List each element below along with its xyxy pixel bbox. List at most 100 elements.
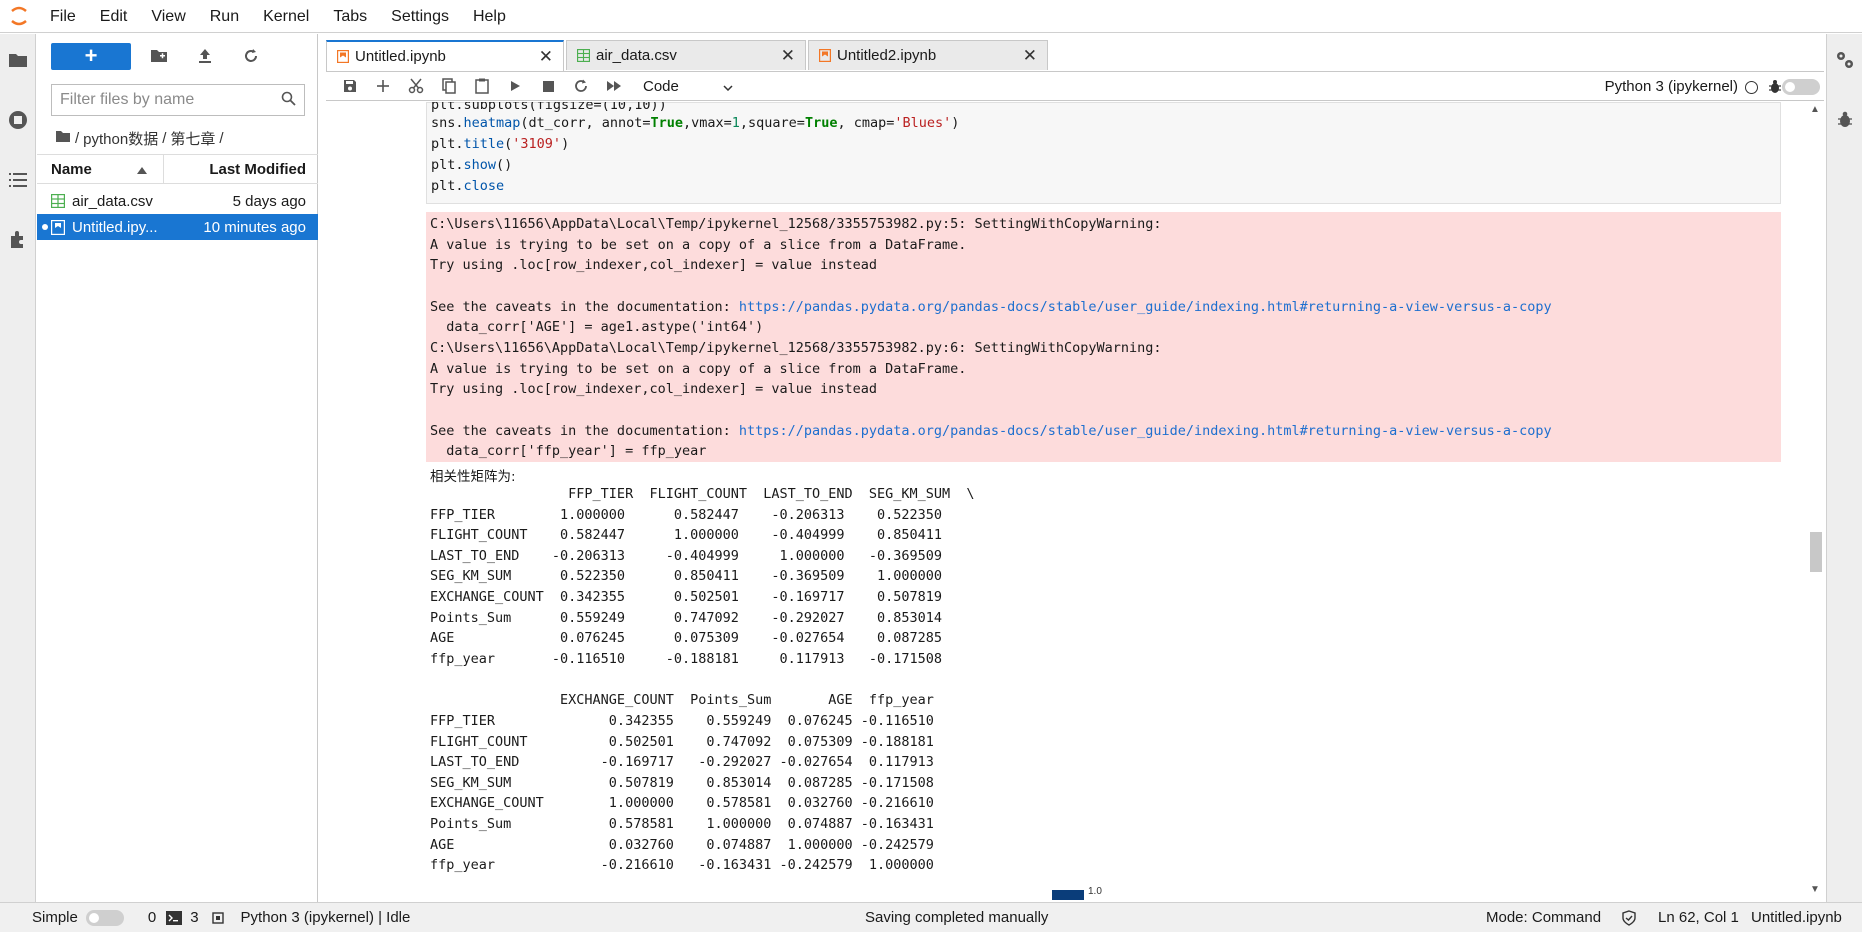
warning-line: data_corr['AGE'] = age1.astype('int64')	[430, 319, 764, 335]
terminal-icon[interactable]	[166, 910, 183, 925]
code-cell[interactable]: plt.subplots(figsize=(10,10)) sns.heatma…	[426, 102, 1781, 204]
menu-help[interactable]: Help	[461, 0, 518, 33]
column-name-header[interactable]: Name	[37, 155, 164, 183]
column-modified-header[interactable]: Last Modified	[164, 161, 318, 178]
notebook-icon	[337, 50, 349, 63]
cell-type-dropdown[interactable]: Code	[643, 78, 733, 95]
cell-type-value: Code	[643, 77, 679, 95]
menu-tabs[interactable]: Tabs	[321, 0, 379, 33]
kernel-count: 0	[147, 909, 157, 926]
warning-line: A value is trying to be set on a copy of…	[430, 237, 967, 253]
warning-line: A value is trying to be set on a copy of…	[430, 361, 967, 377]
docs-link[interactable]: https://pandas.pydata.org/pandas-docs/st…	[739, 423, 1552, 439]
matrix-row: ffp_year -0.116510 -0.188181 0.117913 -0…	[430, 651, 943, 667]
cpu-gear-icon	[211, 911, 225, 925]
upload-icon[interactable]	[191, 42, 219, 70]
file-filter-field[interactable]	[51, 84, 305, 116]
colorbar-tick-label: 1.0	[1088, 886, 1102, 897]
simple-mode-label: Simple	[32, 909, 78, 926]
menu-edit[interactable]: Edit	[88, 0, 140, 33]
file-list-header: Name Last Modified	[37, 154, 318, 184]
debugger-toggle[interactable]	[1782, 79, 1820, 95]
notebook-scrollbar[interactable]: ▲ ▼	[1806, 102, 1824, 900]
notebook-icon	[819, 49, 831, 62]
tab-untitled[interactable]: Untitled.ipynb ✕	[326, 40, 564, 71]
heatmap-colorbar	[1052, 890, 1084, 900]
matrix-row: ffp_year -0.216610 -0.163431 -0.242579 1…	[430, 857, 934, 873]
paste-icon[interactable]	[468, 73, 496, 99]
docs-link[interactable]: https://pandas.pydata.org/pandas-docs/st…	[739, 299, 1552, 315]
shield-icon[interactable]	[1622, 909, 1636, 926]
code-line: plt.title('3109')	[431, 136, 570, 152]
restart-icon[interactable]	[567, 73, 595, 99]
toc-icon[interactable]	[6, 168, 30, 192]
debugger-bug-icon[interactable]	[1768, 79, 1782, 99]
matrix-row: FLIGHT_COUNT 0.502501 0.747092 0.075309 …	[430, 734, 934, 750]
running-icon[interactable]	[6, 108, 30, 132]
property-inspector-icon[interactable]	[1833, 48, 1857, 72]
warning-line: C:\Users\11656\AppData\Local\Temp/ipyker…	[430, 216, 1162, 232]
column-name-label: Name	[51, 160, 92, 178]
menu-view[interactable]: View	[139, 0, 197, 33]
new-folder-icon[interactable]	[145, 42, 173, 70]
warning-line: See the caveats in the documentation: ht…	[430, 423, 1552, 439]
scroll-down-icon[interactable]: ▼	[1810, 884, 1820, 895]
scrollbar-thumb[interactable]	[1810, 532, 1822, 572]
file-row-untitled[interactable]: Untitled.ipy... 10 minutes ago	[37, 214, 318, 240]
debugger-icon[interactable]	[1833, 108, 1857, 132]
output-heading: 相关性矩阵为:	[430, 469, 516, 485]
run-icon[interactable]	[501, 73, 529, 99]
matrix-row: SEG_KM_SUM 0.522350 0.850411 -0.369509 1…	[430, 568, 943, 584]
add-cell-icon[interactable]	[369, 73, 397, 99]
tab-untitled2[interactable]: Untitled2.ipynb ✕	[808, 40, 1048, 70]
close-tab-icon[interactable]: ✕	[1023, 46, 1037, 66]
stop-icon[interactable]	[534, 73, 562, 99]
cut-icon[interactable]	[402, 73, 430, 99]
refresh-icon[interactable]	[237, 42, 265, 70]
close-tab-icon[interactable]: ✕	[539, 47, 553, 67]
mode-indicator: Mode: Command	[1486, 909, 1602, 926]
menu-kernel[interactable]: Kernel	[251, 0, 321, 33]
cursor-position[interactable]: Ln 62, Col 1	[1658, 909, 1739, 926]
matrix-row: EXCHANGE_COUNT 1.000000 0.578581 0.03276…	[430, 795, 934, 811]
scroll-up-icon[interactable]: ▲	[1810, 104, 1820, 115]
code-line: plt.show()	[431, 157, 513, 173]
copy-icon[interactable]	[435, 73, 463, 99]
file-filter-input[interactable]	[60, 91, 281, 109]
matrix-header: FFP_TIER FLIGHT_COUNT LAST_TO_END SEG_KM…	[430, 486, 975, 502]
search-icon	[281, 91, 296, 110]
folder-icon[interactable]	[6, 48, 30, 72]
code-line: plt.close	[431, 178, 505, 194]
file-row-air-data[interactable]: air_data.csv 5 days ago	[37, 188, 318, 214]
tab-label: air_data.csv	[596, 47, 677, 64]
simple-mode-toggle[interactable]	[85, 909, 124, 926]
fast-forward-icon[interactable]	[600, 73, 628, 99]
new-launcher-button[interactable]: +	[51, 42, 131, 70]
document-tabbar: Untitled.ipynb ✕ air_data.csv ✕ Untitled…	[326, 40, 1050, 71]
close-tab-icon[interactable]: ✕	[781, 46, 795, 66]
file-modified: 10 minutes ago	[203, 218, 306, 236]
kernel-status-icon	[1745, 81, 1758, 94]
jupyter-logo-icon	[0, 0, 38, 33]
extension-icon[interactable]	[6, 228, 30, 252]
file-browser-toolbar: +	[37, 34, 317, 78]
file-name: air_data.csv	[72, 192, 153, 210]
breadcrumb-chapter7[interactable]: 第七章	[170, 128, 215, 149]
status-bar: Simple 0 3 Python 3 (ipykernel) | Idle S…	[0, 902, 1862, 932]
warning-line: C:\Users\11656\AppData\Local\Temp/ipyker…	[430, 340, 1162, 356]
save-icon[interactable]	[336, 73, 364, 99]
matrix-row: FFP_TIER 1.000000 0.582447 -0.206313 0.5…	[430, 507, 943, 523]
menu-settings[interactable]: Settings	[379, 0, 461, 33]
warning-line: See the caveats in the documentation: ht…	[430, 299, 1552, 315]
home-folder-icon[interactable]	[55, 130, 71, 147]
notebook-toolbar: Code Python 3 (ipykernel)	[326, 71, 1824, 101]
kernel-name[interactable]: Python 3 (ipykernel)	[1605, 78, 1738, 95]
left-activity-bar	[0, 34, 36, 902]
kernel-status[interactable]: Python 3 (ipykernel) | Idle	[241, 909, 411, 926]
stderr-output: C:\Users\11656\AppData\Local\Temp/ipyker…	[426, 212, 1781, 462]
breadcrumb-python-data[interactable]: python数据	[83, 128, 158, 149]
menu-file[interactable]: File	[38, 0, 88, 33]
tab-air-data[interactable]: air_data.csv ✕	[566, 40, 806, 70]
menu-run[interactable]: Run	[198, 0, 251, 33]
matrix-row: SEG_KM_SUM 0.507819 0.853014 0.087285 -0…	[430, 775, 934, 791]
